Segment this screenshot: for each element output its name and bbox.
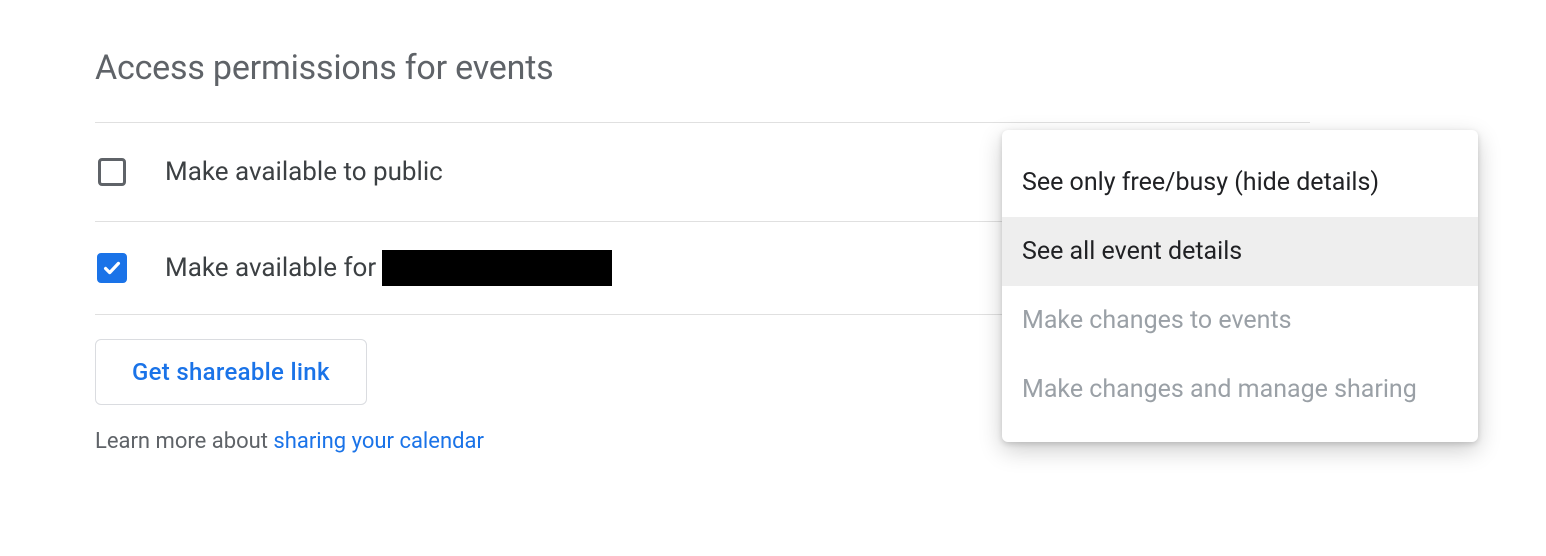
section-title: Access permissions for events bbox=[95, 48, 1310, 122]
option-label-org: Make available for bbox=[165, 250, 612, 286]
learn-more-prefix: Learn more about bbox=[95, 429, 273, 454]
dropdown-item-freebusy[interactable]: See only free/busy (hide details) bbox=[1002, 148, 1478, 217]
checkbox-org[interactable] bbox=[95, 251, 129, 285]
option-label-public: Make available to public bbox=[165, 157, 443, 187]
checkbox-unchecked-icon bbox=[98, 158, 126, 186]
get-shareable-link-button[interactable]: Get shareable link bbox=[95, 339, 367, 405]
checkbox-public[interactable] bbox=[95, 155, 129, 189]
redacted-org-name bbox=[382, 250, 612, 286]
check-icon bbox=[101, 257, 123, 279]
checkbox-checked-icon bbox=[97, 253, 127, 283]
sharing-calendar-link[interactable]: sharing your calendar bbox=[273, 429, 484, 454]
dropdown-item-make-changes: Make changes to events bbox=[1002, 286, 1478, 355]
dropdown-item-manage-sharing: Make changes and manage sharing bbox=[1002, 355, 1478, 424]
option-label-org-prefix: Make available for bbox=[165, 253, 376, 283]
dropdown-item-all-details[interactable]: See all event details bbox=[1002, 217, 1478, 286]
permission-dropdown-menu: See only free/busy (hide details) See al… bbox=[1002, 130, 1478, 442]
